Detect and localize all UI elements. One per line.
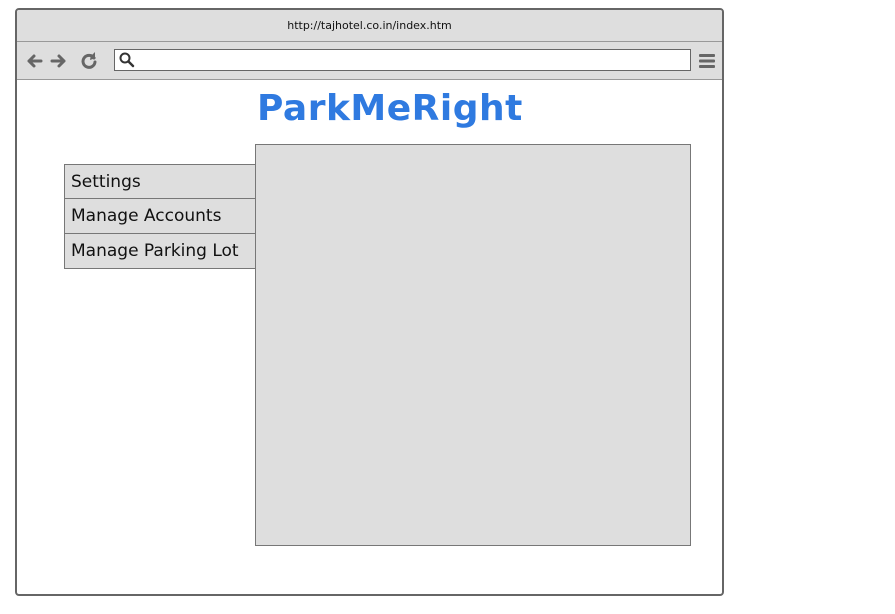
- search-icon: [119, 52, 135, 68]
- browser-window: http://tajhotel.co.in/index.htm ParkMeRi…: [15, 8, 724, 596]
- forward-arrow-icon: [50, 54, 66, 68]
- hamburger-menu-icon: [699, 54, 715, 68]
- sidebar-item-settings[interactable]: Settings: [64, 164, 256, 199]
- browser-toolbar: [17, 42, 722, 80]
- title-bar: http://tajhotel.co.in/index.htm: [17, 10, 722, 42]
- sidebar-menu: Settings Manage Accounts Manage Parking …: [64, 164, 256, 269]
- address-bar[interactable]: [114, 49, 691, 71]
- back-button[interactable]: [25, 52, 43, 70]
- reload-icon: [81, 52, 97, 69]
- sidebar-item-manage-accounts[interactable]: Manage Accounts: [64, 199, 256, 234]
- forward-button[interactable]: [50, 52, 68, 70]
- address-input[interactable]: [139, 51, 684, 69]
- content-panel: [255, 144, 691, 546]
- menu-button[interactable]: [698, 52, 716, 70]
- reload-button[interactable]: [80, 52, 98, 70]
- url-text: http://tajhotel.co.in/index.htm: [287, 19, 452, 32]
- app-title: ParkMeRight: [257, 88, 523, 129]
- sidebar-item-manage-parking-lot[interactable]: Manage Parking Lot: [64, 234, 256, 269]
- back-arrow-icon: [27, 54, 43, 68]
